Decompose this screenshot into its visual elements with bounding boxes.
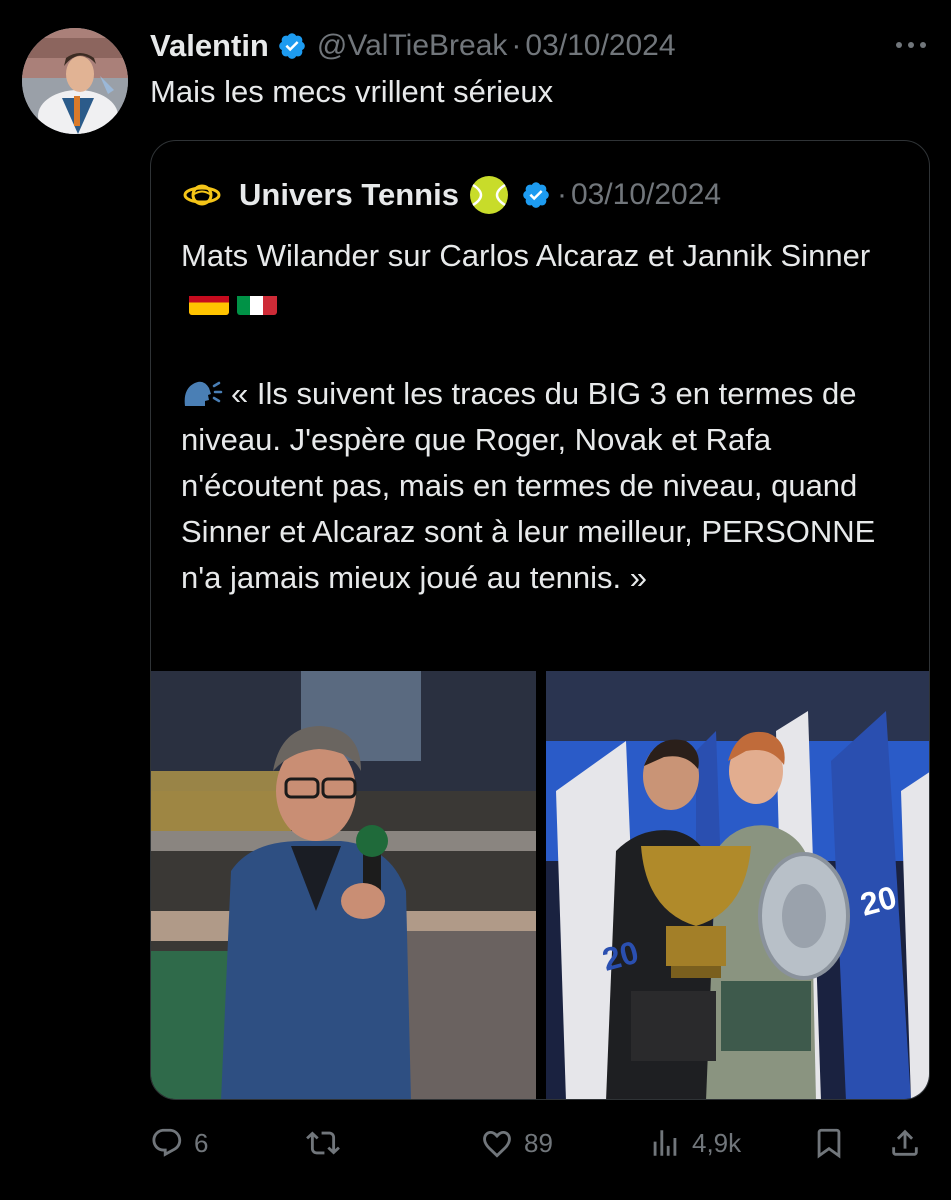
verified-badge-icon <box>521 180 551 210</box>
tennis-ball-icon <box>469 175 509 215</box>
quoted-text-intro: Mats Wilander sur Carlos Alcaraz et Jann… <box>181 233 901 325</box>
like-icon <box>483 1130 511 1158</box>
bookmark-button[interactable] <box>812 1118 846 1168</box>
views-count: 4,9k <box>692 1127 742 1158</box>
tweet: Valentin @ValTieBreak · 03/10/2024 Mais … <box>0 0 951 1200</box>
more-icon[interactable] <box>891 30 931 60</box>
quoted-tweet-date[interactable]: 03/10/2024 <box>571 178 721 212</box>
views-icon <box>653 1130 677 1156</box>
reply-icon <box>152 1128 182 1157</box>
share-button[interactable] <box>888 1118 922 1168</box>
retweet-button[interactable] <box>306 1118 350 1168</box>
like-button[interactable]: 89 <box>480 1118 553 1168</box>
bookmark-icon <box>817 1128 841 1159</box>
verified-badge-icon <box>277 31 307 61</box>
photo-left[interactable] <box>151 671 536 1099</box>
quoted-tweet-header: Univers Tennis · 03/10/2024 <box>183 173 721 217</box>
views-button[interactable]: 4,9k <box>648 1118 741 1168</box>
tweet-date[interactable]: 03/10/2024 <box>525 29 675 63</box>
quoted-tweet[interactable]: Univers Tennis · 03/10/2024 Mats Wilande… <box>150 140 930 1100</box>
quoted-text-quote-paragraph: « Ils suivent les traces du BIG 3 en ter… <box>181 371 901 601</box>
quoted-author-name[interactable]: Univers Tennis <box>239 177 459 213</box>
reply-count: 6 <box>194 1127 209 1158</box>
speaking-head-icon <box>181 376 225 412</box>
author-name[interactable]: Valentin <box>150 28 269 64</box>
separator-dot: · <box>556 178 567 211</box>
quoted-text-line1: Mats Wilander sur Carlos Alcaraz et Jann… <box>181 238 871 273</box>
quoted-text-quote: « Ils suivent les traces du BIG 3 en ter… <box>181 376 876 595</box>
retweet-icon <box>306 1131 340 1155</box>
quoted-tweet-text: Mats Wilander sur Carlos Alcaraz et Jann… <box>181 233 901 601</box>
media-grid: 20 20 <box>151 671 929 1099</box>
author-avatar[interactable] <box>22 28 128 134</box>
action-bar: 6 89 4,9k <box>150 1118 930 1168</box>
italy-flag-icon <box>237 289 277 315</box>
univers-tennis-logo-icon <box>183 176 221 214</box>
spain-flag-icon <box>189 289 229 315</box>
share-icon <box>892 1129 918 1156</box>
tweet-header: Valentin @ValTieBreak · 03/10/2024 <box>150 26 931 66</box>
separator-dot: · <box>511 29 522 62</box>
reply-button[interactable]: 6 <box>150 1118 208 1168</box>
like-count: 89 <box>524 1127 553 1158</box>
photo-right[interactable]: 20 20 <box>546 671 929 1099</box>
author-handle[interactable]: @ValTieBreak <box>317 29 508 63</box>
tweet-text: Mais les mecs vrillent sérieux <box>150 74 554 109</box>
